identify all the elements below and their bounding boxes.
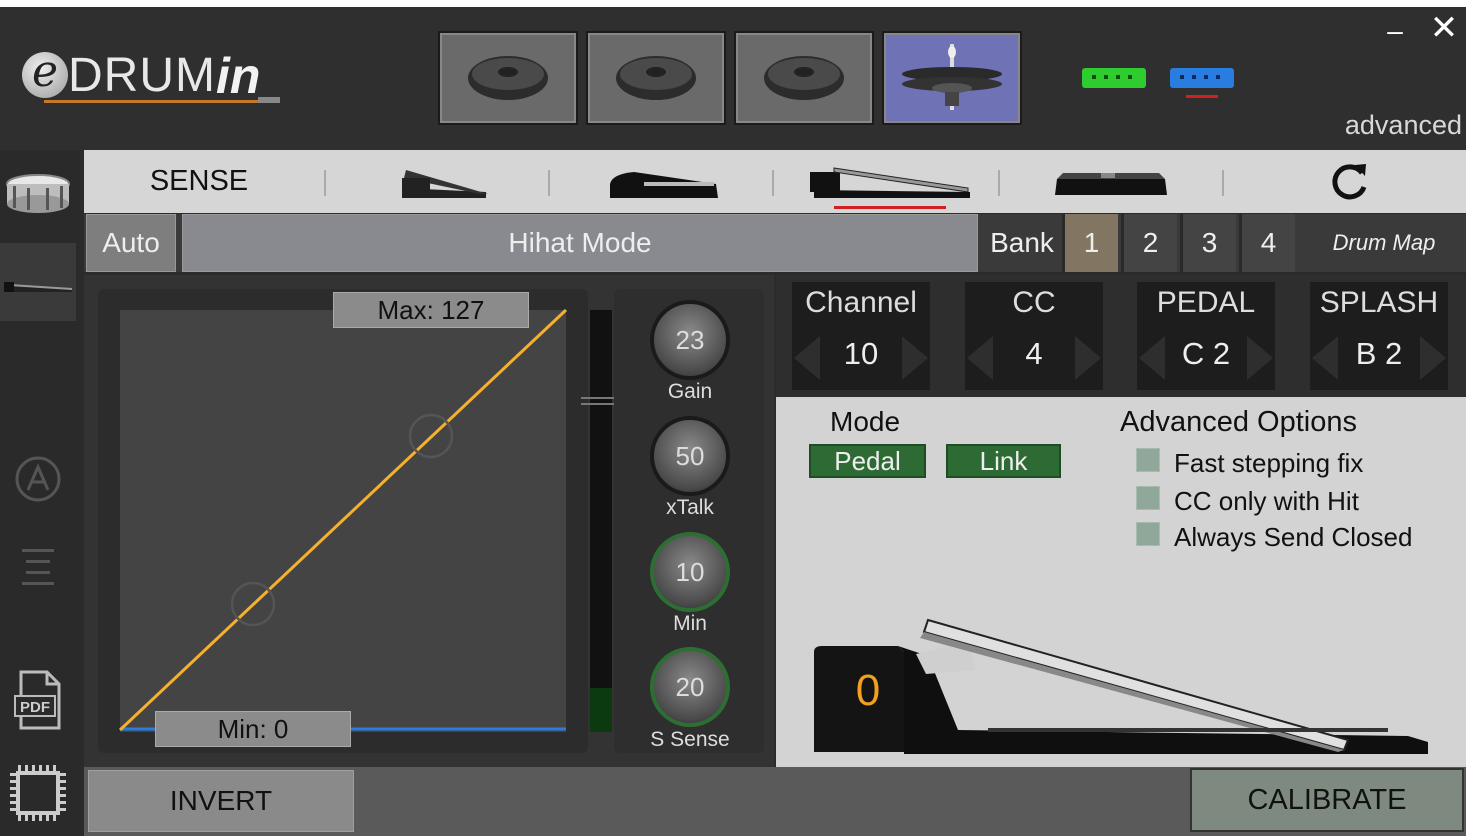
edrumin-logo: e DRUM in: [22, 48, 280, 110]
pedal-position-value: 0: [855, 666, 881, 715]
fast-stepping-checkbox[interactable]: [1136, 448, 1160, 472]
separator: [998, 170, 1000, 196]
bank-button-3[interactable]: 3: [1180, 214, 1236, 272]
cymbal-icon: [468, 56, 548, 100]
logo-cable-line: [44, 100, 264, 103]
logo-in-text: in: [216, 48, 261, 104]
sidebar-item-a-mode[interactable]: [0, 452, 76, 506]
xtalk-label: xTalk: [666, 496, 714, 519]
chip-icon: [10, 765, 66, 821]
reset-button[interactable]: [1244, 150, 1454, 213]
expression-pedal-icon: [402, 169, 488, 198]
gain-knob[interactable]: 23: [650, 300, 730, 380]
sustain-pedal-tab[interactable]: [584, 150, 744, 213]
bank-button-2[interactable]: 2: [1121, 214, 1177, 272]
gain-label: Gain: [667, 380, 713, 403]
sidebar-item-hihat-pedal[interactable]: [0, 243, 76, 321]
calibrate-button[interactable]: CALIBRATE: [1190, 768, 1464, 832]
sustain-pedal-icon: [610, 171, 718, 198]
pdf-icon-label: PDF: [20, 699, 50, 716]
footswitch-tab[interactable]: [1024, 150, 1198, 213]
splash-note-title: SPLASH: [1319, 286, 1439, 319]
reset-icon: [1332, 163, 1367, 199]
splash-note-selector: SPLASH B 2: [1310, 282, 1448, 390]
logo-plug: [258, 97, 280, 103]
hihat-mode-title: Hihat Mode: [182, 214, 978, 272]
separator: [1222, 170, 1224, 196]
pad-tab-cymbal-2[interactable]: [586, 31, 726, 125]
level-meter: [590, 310, 612, 732]
fast-stepping-label: Fast stepping fix: [1174, 448, 1364, 478]
menu-lines-icon: [22, 549, 54, 585]
close-button[interactable]: ✕: [1428, 10, 1460, 46]
pedal-type-bar: SENSE: [84, 150, 1466, 213]
pedal-note-selector: PEDAL C 2: [1137, 282, 1275, 390]
channel-selector: Channel 10: [792, 282, 930, 390]
separator: [772, 170, 774, 196]
cymbal-icon: [764, 56, 844, 100]
s-sense-label: S Sense: [650, 728, 730, 751]
pedal-mode-button[interactable]: Pedal: [809, 444, 926, 478]
curve-line: [118, 308, 568, 732]
mode-label: Mode: [830, 406, 901, 437]
cymbal-icon: [616, 56, 696, 100]
minimize-button[interactable]: ‒: [1380, 16, 1410, 46]
channel-increment[interactable]: [902, 336, 928, 380]
channel-title: Channel: [805, 286, 917, 319]
snare-drum-icon: [6, 174, 70, 213]
logo-drum-text: DRUM: [68, 49, 216, 102]
hihat-icon: [902, 44, 1002, 110]
cc-title: CC: [1012, 286, 1056, 319]
sidebar-item-drum[interactable]: [0, 160, 76, 230]
pdf-icon: PDF: [14, 670, 61, 730]
pad-tab-cymbal-3[interactable]: [734, 31, 874, 125]
logo-e-badge: e: [22, 50, 68, 98]
drum-map-button[interactable]: Drum Map: [1302, 214, 1466, 272]
curve-max-label: Max: 127: [333, 292, 529, 328]
bank-button-4[interactable]: 4: [1239, 214, 1295, 272]
curve-min-label: Min: 0: [155, 711, 351, 747]
pad-tab-cymbal-1[interactable]: [438, 31, 578, 125]
sense-tab[interactable]: SENSE: [84, 150, 314, 213]
cc-increment[interactable]: [1075, 336, 1101, 380]
invert-button[interactable]: INVERT: [88, 770, 354, 832]
cc-only-hit-checkbox[interactable]: [1136, 486, 1160, 510]
top-border: [0, 0, 1466, 7]
separator: [548, 170, 550, 196]
hihat-pedal-tab[interactable]: [800, 150, 976, 213]
pedal-note-increment[interactable]: [1247, 336, 1273, 380]
advanced-link[interactable]: advanced: [1300, 110, 1462, 141]
pedal-note-title: PEDAL: [1156, 286, 1256, 319]
footswitch-icon: [1055, 172, 1167, 195]
splash-note-increment[interactable]: [1420, 336, 1446, 380]
cc-selector: CC 4: [965, 282, 1103, 390]
advanced-options-title: Advanced Options: [1120, 406, 1357, 438]
always-send-closed-checkbox[interactable]: [1136, 522, 1160, 546]
mode-row: Auto Hihat Mode Bank 1 2 3 4 Drum Map: [84, 214, 1466, 272]
pad-tab-hihat[interactable]: [882, 31, 1022, 125]
hihat-pedal-icon: [810, 166, 970, 209]
a-mode-icon: [15, 456, 61, 502]
bank-label: Bank: [990, 227, 1054, 258]
sidebar-item-menu[interactable]: [0, 540, 76, 590]
min-knob[interactable]: 10: [650, 532, 730, 612]
min-label: Min: [673, 612, 707, 635]
auto-button[interactable]: Auto: [86, 214, 176, 272]
separator: [324, 170, 326, 196]
blue-device-icon: [1170, 68, 1234, 98]
cc-only-hit-label: CC only with Hit: [1174, 486, 1359, 516]
hihat-pedal-icon: [4, 282, 72, 292]
green-device-icon: [1082, 68, 1146, 88]
sidebar-item-pdf[interactable]: PDF: [0, 668, 76, 732]
always-send-closed-label: Always Send Closed: [1174, 522, 1413, 552]
velocity-curve-graph[interactable]: [98, 289, 588, 753]
xtalk-knob[interactable]: 50: [650, 416, 730, 496]
sidebar-item-hardware[interactable]: [0, 760, 76, 826]
bank-button-1[interactable]: 1: [1062, 214, 1118, 272]
level-meter-fill: [590, 688, 612, 732]
s-sense-knob[interactable]: 20: [650, 647, 730, 727]
hihat-pedal-illustration: [814, 618, 1428, 754]
link-mode-button[interactable]: Link: [946, 444, 1061, 478]
expression-pedal-tab[interactable]: [364, 150, 524, 213]
